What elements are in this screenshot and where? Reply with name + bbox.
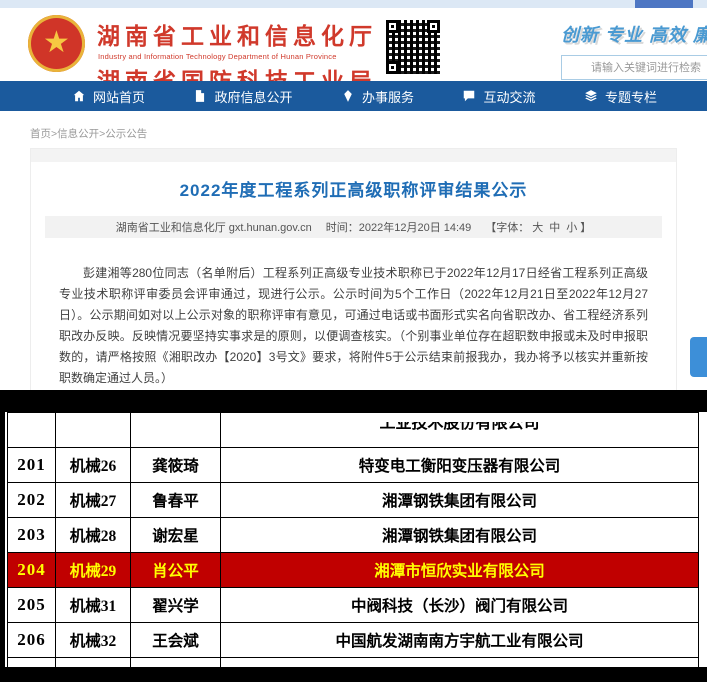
row-name: 王会斌 [131,623,221,658]
article-panel: 2022年度工程系列正高级职称评审结果公示 湖南省工业和信息化厅 gxt.hun… [30,148,677,422]
font-label-prefix: 【字体： [485,219,529,235]
row-company: 湘潭钢铁集团有限公司 [221,518,699,553]
row-name: 龚筱琦 [131,448,221,483]
chat-icon [462,89,476,103]
row-name: 肖公平 [131,553,221,588]
row-group: 机械31 [56,588,131,623]
row-company: 工业技术股份有限公司 [221,413,699,448]
qr-marker [386,61,399,74]
result-table-body: 工业技术股份有限公司 201机械26龚筱琦特变电工衡阳变压器有限公司202机械2… [8,413,699,668]
font-label-suffix: 】 [580,219,591,235]
nav-item-topics[interactable]: 专题专栏 [584,87,657,106]
row-company: 中阀科技（长沙）阀门有限公司 [221,588,699,623]
row-group: 机械32 [56,623,131,658]
row-no [8,413,56,448]
row-no: 201 [8,448,56,483]
row-company: 特变电工衡阳变压器有限公司 [221,448,699,483]
nav-item-home[interactable]: 网站首页 [72,87,145,106]
row-company: 株洲齿轮有限责任公司 [221,658,699,668]
row-group: 机械27 [56,483,131,518]
site-header: ★ 湖南省工业和信息化厅 Industry and Information Te… [0,8,707,81]
top-right-tab[interactable] [635,0,693,8]
row-no: 207 [8,658,56,668]
row-group: 机械29 [56,553,131,588]
row-name: 刘增文 [131,658,221,668]
page: ★ 湖南省工业和信息化厅 Industry and Information Te… [0,0,707,682]
nav-item-label: 网站首页 [93,87,145,106]
result-table-sheet: 工业技术股份有限公司 201机械26龚筱琦特变电工衡阳变压器有限公司202机械2… [5,412,707,667]
nav-item-services[interactable]: 办事服务 [341,87,414,106]
row-no: 206 [8,623,56,658]
nav-item-gov-info[interactable]: 政府信息公开 [193,87,292,106]
nav-item-label: 互动交流 [483,87,535,106]
row-group: 机械28 [56,518,131,553]
table-row: 204机械29肖公平湘潭市恒欣实业有限公司 [8,553,699,588]
row-company: 中国航发湖南南方宇航工业有限公司 [221,623,699,658]
row-name: 谢宏星 [131,518,221,553]
article-top-bar [31,149,676,162]
nav-item-label: 专题专栏 [605,87,657,106]
partial-top-row: 工业技术股份有限公司 [8,413,699,448]
row-name [131,413,221,448]
slogan-text: 创新 专业 高效 廉洁 [561,21,707,47]
layers-icon [584,89,598,103]
table-row: 206机械32王会斌中国航发湖南南方宇航工业有限公司 [8,623,699,658]
article-title: 2022年度工程系列正高级职称评审结果公示 [31,176,676,201]
article-source: 湖南省工业和信息化厅 gxt.hunan.gov.cn [116,219,312,235]
clipped-company-text: 工业技术股份有限公司 [221,422,698,433]
floating-side-tab[interactable] [690,337,707,377]
org-title-1: 湖南省工业和信息化厅 [97,17,377,51]
font-size-small-button[interactable]: 小 [563,219,580,235]
row-company: 湘潭钢铁集团有限公司 [221,483,699,518]
service-icon [341,89,355,103]
nav-item-interaction[interactable]: 互动交流 [462,87,535,106]
result-table-overlay: 工业技术股份有限公司 201机械26龚筱琦特变电工衡阳变压器有限公司202机械2… [0,390,707,682]
article-body: 彭建湘等280位同志（名单附后）工程系列正高级专业技术职称已于2022年12月1… [59,263,648,410]
main-nav: 网站首页 政府信息公开 办事服务 互动交流 专题专栏 [0,81,707,111]
table-row: 202机械27鲁春平湘潭钢铁集团有限公司 [8,483,699,518]
breadcrumb[interactable]: 首页>信息公开>公示公告 [30,126,147,141]
row-no: 205 [8,588,56,623]
star-icon: ★ [43,28,70,58]
header-right: 创新 专业 高效 廉洁 [561,21,707,80]
table-row: 201机械26龚筱琦特变电工衡阳变压器有限公司 [8,448,699,483]
row-name: 翟兴学 [131,588,221,623]
font-size-large-button[interactable]: 大 [529,219,546,235]
row-group: 机械39 [56,658,131,668]
row-no: 202 [8,483,56,518]
row-no: 203 [8,518,56,553]
home-icon [72,89,86,103]
result-table: 工业技术股份有限公司 201机械26龚筱琦特变电工衡阳变压器有限公司202机械2… [7,412,699,667]
table-row: 205机械31翟兴学中阀科技（长沙）阀门有限公司 [8,588,699,623]
qr-code [386,20,440,74]
document-icon [193,89,207,103]
table-row: 203机械28谢宏星湘潭钢铁集团有限公司 [8,518,699,553]
nav-item-label: 办事服务 [362,87,414,106]
row-name: 鲁春平 [131,483,221,518]
row-no: 204 [8,553,56,588]
row-group: 机械26 [56,448,131,483]
table-row: 207机械39刘增文株洲齿轮有限责任公司 [8,658,699,668]
qr-marker [427,20,440,33]
org-subtitle-en: Industry and Information Technology Depa… [98,52,377,61]
article-meta: 湖南省工业和信息化厅 gxt.hunan.gov.cn 时间：2022年12月2… [45,216,662,238]
font-size-medium-button[interactable]: 中 [546,219,563,235]
row-company: 湘潭市恒欣实业有限公司 [221,553,699,588]
article-time: 时间：2022年12月20日 14:49 [326,219,472,235]
top-strip [0,0,707,8]
qr-marker [386,20,399,33]
article-paragraph: 彭建湘等280位同志（名单附后）工程系列正高级专业技术职称已于2022年12月1… [59,263,648,389]
national-emblem-logo: ★ [28,15,85,72]
font-size-switcher: 【字体： 大 中 小 】 [485,219,591,235]
search-input[interactable] [561,55,707,80]
row-group [56,413,131,448]
nav-item-label: 政府信息公开 [214,87,292,106]
